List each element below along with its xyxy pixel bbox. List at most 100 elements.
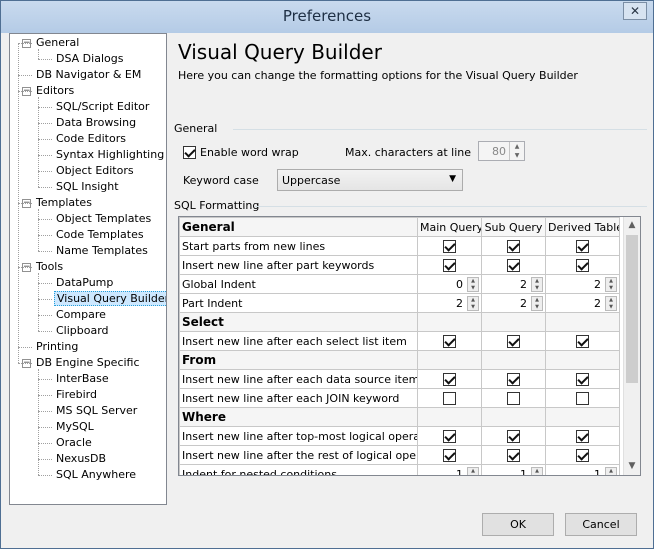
option-checkbox[interactable] [507, 391, 520, 405]
spin-up-icon[interactable]: ▲ [606, 297, 616, 304]
tree-item[interactable]: Code Editors [54, 131, 128, 147]
spin-buttons[interactable]: ▲▼ [531, 466, 543, 476]
option-checkbox[interactable] [576, 258, 589, 272]
close-button[interactable]: ✕ [623, 2, 647, 20]
spin-buttons[interactable]: ▲▼ [605, 295, 617, 311]
option-checkbox[interactable] [443, 372, 456, 386]
spin-down-icon[interactable]: ▼ [606, 285, 616, 292]
number-spinner[interactable]: 2 ▲ ▼ [548, 295, 617, 312]
word-wrap-checkbox[interactable] [183, 145, 196, 159]
preferences-tree[interactable]: − General DSA Dialogs DB Navigator & EM − Edi… [9, 33, 167, 505]
option-label: Insert new line after each data source i… [179, 369, 418, 389]
number-spinner[interactable]: 2 ▲ ▼ [484, 295, 543, 312]
spin-buttons[interactable]: ▲▼ [531, 295, 543, 311]
option-checkbox[interactable] [507, 258, 520, 272]
option-checkbox[interactable] [576, 372, 589, 386]
scroll-down-icon[interactable]: ▼ [624, 458, 640, 475]
option-checkbox[interactable] [443, 391, 456, 405]
scroll-up-icon[interactable]: ▲ [624, 217, 640, 234]
spin-down-icon[interactable]: ▼ [606, 475, 616, 476]
spin-up-icon[interactable]: ▲ [468, 278, 478, 285]
spin-down-icon[interactable]: ▼ [532, 304, 542, 311]
option-checkbox[interactable] [443, 334, 456, 348]
tree-item[interactable]: − Editors [22, 83, 76, 99]
tree-item[interactable]: NexusDB [54, 451, 108, 467]
tree-item[interactable]: Visual Query Builder [54, 291, 166, 307]
tree-item[interactable]: − DB Engine Specific [22, 355, 142, 371]
option-checkbox[interactable] [507, 372, 520, 386]
cancel-button[interactable]: Cancel [565, 513, 637, 536]
option-checkbox[interactable] [576, 429, 589, 443]
tree-item[interactable]: MS SQL Server [54, 403, 139, 419]
option-checkbox[interactable] [443, 258, 456, 272]
number-spinner[interactable]: 1 ▲▼ [484, 466, 543, 476]
number-spinner[interactable]: 2 ▲ ▼ [548, 276, 617, 293]
spin-buttons[interactable]: ▲▼ [531, 276, 543, 292]
spin-up-icon[interactable]: ▲ [532, 297, 542, 304]
word-wrap-option[interactable]: Enable word wrap [183, 145, 299, 159]
tree-item[interactable]: SQL Insight [54, 179, 121, 195]
tree-item[interactable]: Object Editors [54, 163, 136, 179]
tree-item[interactable]: Name Templates [54, 243, 150, 259]
option-checkbox[interactable] [576, 239, 589, 253]
option-checkbox[interactable] [507, 239, 520, 253]
tree-item[interactable]: SQL/Script Editor [54, 99, 151, 115]
number-spinner[interactable]: 1 ▲▼ [548, 466, 617, 476]
tree-item[interactable]: Firebird [54, 387, 99, 403]
number-spinner[interactable]: 2 ▲ ▼ [420, 295, 479, 312]
tree-item[interactable]: SQL Anywhere [54, 467, 138, 483]
tree-item[interactable]: − Templates [22, 195, 94, 211]
tree-item[interactable]: Compare [54, 307, 108, 323]
spin-buttons[interactable]: ▲▼ [467, 276, 479, 292]
option-checkbox[interactable] [576, 448, 589, 462]
tree-item[interactable]: Syntax Highlighting [54, 147, 166, 163]
tree-item[interactable]: MySQL [54, 419, 96, 435]
keyword-case-select[interactable]: Uppercase ▼ [277, 169, 463, 191]
spin-up-icon[interactable]: ▲ [468, 468, 478, 475]
spin-buttons[interactable]: ▲▼ [605, 276, 617, 292]
tree-item[interactable]: DB Navigator & EM [34, 67, 143, 83]
spin-up-icon[interactable]: ▲ [606, 468, 616, 475]
option-checkbox[interactable] [443, 239, 456, 253]
spin-down-icon[interactable]: ▼ [606, 304, 616, 311]
number-value: 1 [520, 467, 527, 476]
spin-buttons[interactable]: ▲▼ [467, 466, 479, 476]
tree-item[interactable]: DataPump [54, 275, 115, 291]
spin-down-icon[interactable]: ▼ [510, 151, 524, 160]
spin-up-icon[interactable]: ▲ [606, 278, 616, 285]
ok-button[interactable]: OK [482, 513, 554, 536]
spin-down-icon[interactable]: ▼ [532, 285, 542, 292]
tree-item[interactable]: InterBase [54, 371, 111, 387]
tree-item[interactable]: Object Templates [54, 211, 153, 227]
tree-item[interactable]: Code Templates [54, 227, 146, 243]
tree-item[interactable]: DSA Dialogs [54, 51, 125, 67]
tree-item[interactable]: Oracle [54, 435, 94, 451]
number-spinner[interactable]: 2 ▲ ▼ [484, 276, 543, 293]
spin-up-icon[interactable]: ▲ [532, 468, 542, 475]
max-chars-spinner[interactable]: 80 ▲ ▼ [478, 141, 525, 161]
scroll-thumb[interactable] [626, 235, 638, 383]
spin-down-icon[interactable]: ▼ [532, 475, 542, 476]
spin-up-icon[interactable]: ▲ [510, 142, 524, 151]
number-spinner[interactable]: 1 ▲▼ [420, 466, 479, 476]
option-checkbox[interactable] [507, 429, 520, 443]
option-checkbox[interactable] [576, 334, 589, 348]
option-checkbox[interactable] [507, 448, 520, 462]
tree-item[interactable]: Data Browsing [54, 115, 138, 131]
spin-up-icon[interactable]: ▲ [468, 297, 478, 304]
tree-item[interactable]: − General [22, 35, 81, 51]
spin-down-icon[interactable]: ▼ [468, 475, 478, 476]
tree-item[interactable]: Printing [34, 339, 80, 355]
number-spinner[interactable]: 0 ▲ ▼ [420, 276, 479, 293]
option-checkbox[interactable] [443, 448, 456, 462]
spin-up-icon[interactable]: ▲ [532, 278, 542, 285]
option-checkbox[interactable] [576, 391, 589, 405]
spin-down-icon[interactable]: ▼ [468, 304, 478, 311]
spin-buttons[interactable]: ▲▼ [605, 466, 617, 476]
option-checkbox[interactable] [443, 429, 456, 443]
grid-scrollbar[interactable]: ▲ ▼ [623, 217, 640, 475]
spin-down-icon[interactable]: ▼ [468, 285, 478, 292]
spin-buttons[interactable]: ▲▼ [467, 295, 479, 311]
option-checkbox[interactable] [507, 334, 520, 348]
tree-item[interactable]: Clipboard [54, 323, 111, 339]
